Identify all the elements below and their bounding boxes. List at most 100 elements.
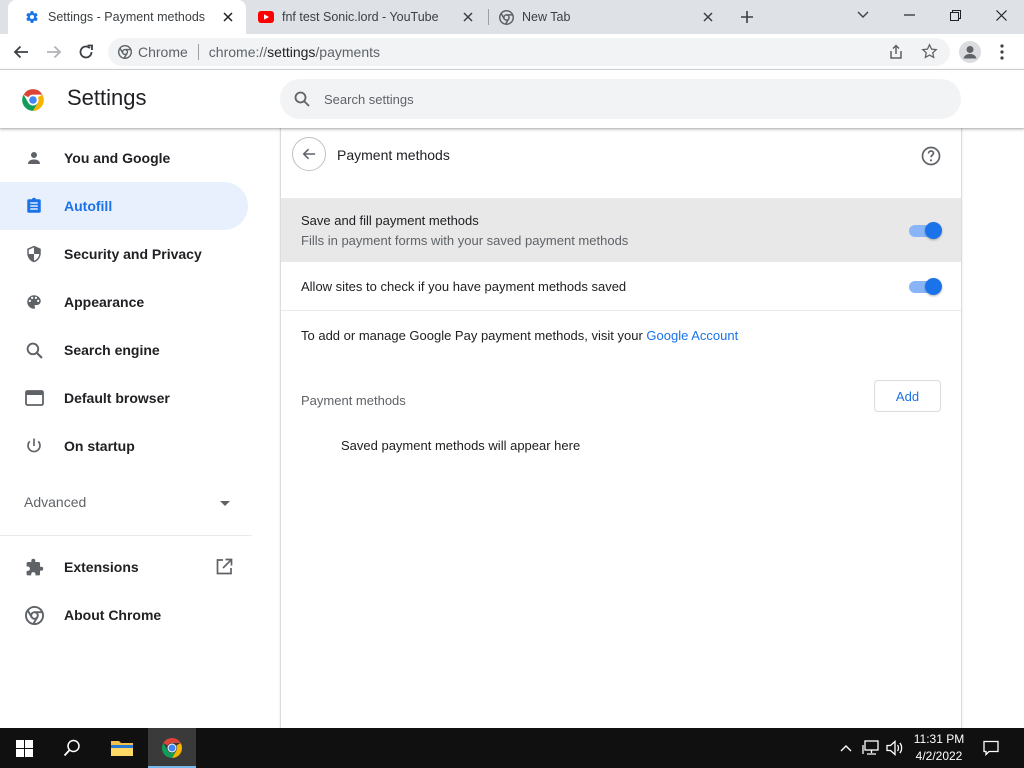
file-explorer-icon[interactable] [98,728,146,768]
empty-state-text: Saved payment methods will appear here [341,438,581,453]
back-arrow-button[interactable] [292,137,326,171]
nav-advanced[interactable]: Advanced [0,478,248,526]
power-icon [24,436,44,456]
nav-label: Autofill [64,198,113,214]
nav-appearance[interactable]: Appearance [0,278,248,326]
start-button[interactable] [0,728,48,768]
reload-button[interactable] [72,38,100,66]
chrome-icon [24,605,44,625]
nav-label: On startup [64,438,135,454]
toggle-knob [925,222,942,239]
omnibox-divider [197,44,199,60]
add-button[interactable]: Add [874,380,941,412]
site-label: Chrome [138,44,188,60]
tab-title: Settings - Payment methods [48,10,206,24]
nav-extensions[interactable]: Extensions [0,543,248,591]
new-tab-button[interactable] [736,6,758,28]
clipboard-icon [24,196,44,216]
nav-label: About Chrome [64,607,162,623]
tab-youtube[interactable]: fnf test Sonic.lord - YouTube [250,0,486,34]
google-account-link[interactable]: Google Account [646,328,738,343]
network-icon[interactable] [860,728,882,768]
card-header: Payment methods [281,128,961,184]
tab-title: fnf test Sonic.lord - YouTube [282,10,439,24]
chevron-up-icon[interactable] [836,728,856,768]
search-icon [24,340,44,360]
payment-methods-section: Payment methods [281,380,961,420]
close-tab-icon[interactable] [458,7,478,27]
toggle-knob [925,278,942,295]
settings-title: Settings [67,85,147,110]
save-fill-title: Save and fill payment methods [301,213,479,228]
nav-default-browser[interactable]: Default browser [0,374,248,422]
chrome-icon [498,9,514,25]
tab-separator [488,9,489,25]
back-button[interactable] [7,38,35,66]
address-bar[interactable]: Chrome chrome://settings/payments [108,38,950,66]
browser-toolbar: Chrome chrome://settings/payments [0,34,1024,70]
nav-autofill[interactable]: Autofill [0,182,248,230]
nav-label: Extensions [64,559,139,575]
nav-label: Default browser [64,390,170,406]
forward-button[interactable] [40,38,68,66]
page-title: Payment methods [337,147,450,163]
notification-icon[interactable] [976,728,1006,768]
person-icon [24,148,44,168]
tab-settings[interactable]: Settings - Payment methods [8,0,246,34]
nav-on-startup[interactable]: On startup [0,422,248,470]
payment-methods-card: Payment methods Save and fill payment me… [280,128,962,728]
chrome-icon [118,45,132,59]
restore-button[interactable] [932,0,978,30]
volume-icon[interactable] [884,728,906,768]
nav-advanced-label: Advanced [24,494,87,510]
palette-icon [24,292,44,312]
nav-you-and-google[interactable]: You and Google [0,134,248,182]
nav-label: You and Google [64,150,171,166]
chrome-taskbar-icon[interactable] [148,728,196,768]
search-icon [294,91,310,107]
settings-search[interactable] [280,79,961,119]
section-heading: Payment methods [301,393,406,408]
gear-icon [24,9,40,25]
allow-check-row[interactable]: Allow sites to check if you have payment… [281,262,961,310]
settings-sidenav: You and Google Autofill Security and Pri… [0,128,256,728]
close-tab-icon[interactable] [698,7,718,27]
gpay-row: To add or manage Google Pay payment meth… [281,311,961,359]
close-window-button[interactable] [978,0,1024,30]
chrome-logo-icon [20,87,46,113]
search-button[interactable] [48,728,96,768]
save-fill-row[interactable]: Save and fill payment methods Fills in p… [281,199,961,262]
search-input[interactable] [324,91,924,107]
taskbar: 11:31 PM 4/2/2022 [0,728,1024,768]
close-tab-icon[interactable] [218,7,238,27]
tab-strip: Settings - Payment methods fnf test Soni… [0,0,1024,34]
profile-avatar[interactable] [956,38,984,66]
save-fill-subtitle: Fills in payment forms with your saved p… [301,233,629,248]
tab-title: New Tab [522,10,571,24]
shield-icon [24,244,44,264]
clock-date: 4/2/2022 [915,749,963,763]
tab-new-tab[interactable]: New Tab [490,0,726,34]
nav-label: Security and Privacy [64,246,202,262]
puzzle-icon [24,557,44,577]
bookmark-star-icon[interactable] [921,43,938,63]
share-icon[interactable] [888,44,904,63]
tab-search-button[interactable] [840,0,886,30]
nav-label: Appearance [64,294,145,310]
nav-search-engine[interactable]: Search engine [0,326,248,374]
url-text: chrome://settings/payments [208,44,380,60]
nav-about-chrome[interactable]: About Chrome [0,591,248,639]
youtube-icon [258,9,274,25]
settings-header: Settings [0,70,1024,128]
nav-security-and-privacy[interactable]: Security and Privacy [0,230,248,278]
empty-state-row: Saved payment methods will appear here [281,428,961,464]
system-clock[interactable]: 11:31 PM 4/2/2022 [905,731,973,765]
save-fill-toggle[interactable] [909,222,943,239]
gpay-text: To add or manage Google Pay payment meth… [301,328,739,343]
help-icon[interactable] [919,144,943,168]
allow-check-toggle[interactable] [909,278,943,295]
minimize-button[interactable] [886,0,932,30]
browser-window-icon [24,388,44,408]
open-in-new-icon [215,558,233,579]
menu-kebab-icon[interactable] [988,38,1016,66]
